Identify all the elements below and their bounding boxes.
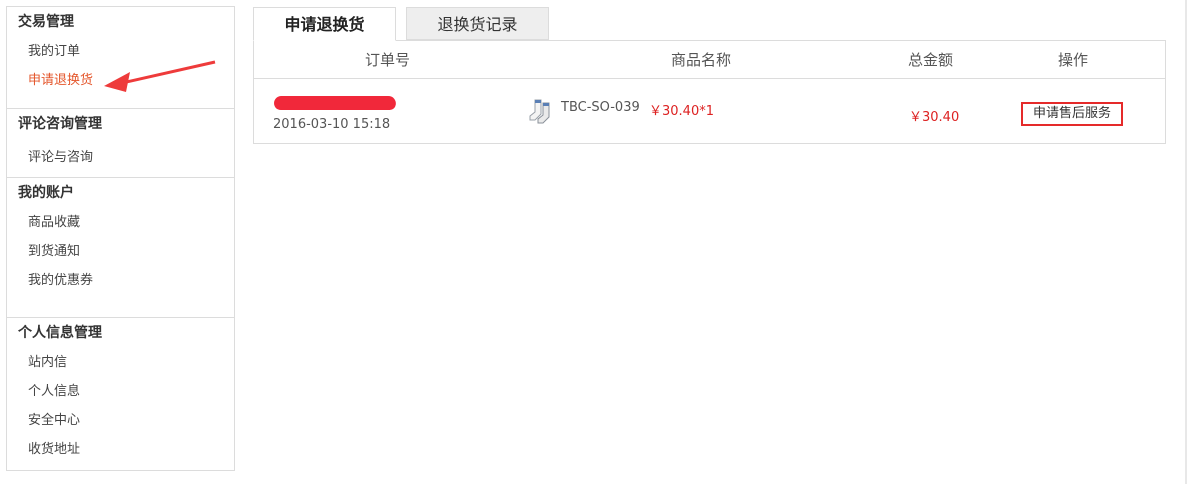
sock-right-band <box>543 103 549 106</box>
sidebar-group-title: 评论咨询管理 <box>18 116 102 132</box>
header-product-name: 商品名称 <box>671 51 732 69</box>
table-row: 2016-03-10 15:18 TBC-SO-039 ￥30.40*1 ￥30… <box>254 79 1165 144</box>
order-total: ￥30.40 <box>909 110 960 125</box>
header-total: 总金额 <box>908 51 954 69</box>
sidebar-group-title: 交易管理 <box>18 14 74 30</box>
table-header: 订单号 商品名称 总金额 操作 <box>254 41 1165 79</box>
sidebar-item-reviews[interactable]: 评论与咨询 <box>7 143 234 172</box>
annotation-arrow-head <box>104 72 130 92</box>
sidebar-item-security[interactable]: 安全中心 <box>7 406 234 435</box>
sidebar-item-messages[interactable]: 站内信 <box>7 348 234 377</box>
order-datetime: 2016-03-10 15:18 <box>273 117 391 132</box>
sock-left-band <box>535 100 541 103</box>
apply-after-sales-button[interactable]: 申请售后服务 <box>1021 102 1123 126</box>
sidebar-group-reviews: 评论咨询管理 评论与咨询 <box>7 109 234 178</box>
sidebar-item-address[interactable]: 收货地址 <box>7 435 234 464</box>
product-thumbnail-icon[interactable] <box>526 97 556 127</box>
header-order-no: 订单号 <box>365 51 411 69</box>
annotation-arrow-shaft <box>121 60 216 85</box>
sidebar-group-account: 我的账户 商品收藏 到货通知 我的优惠券 <box>7 178 234 318</box>
sidebar-group-title: 个人信息管理 <box>18 325 102 341</box>
redacted-order-number <box>273 96 397 110</box>
sidebar-item-personal-info[interactable]: 个人信息 <box>7 377 234 406</box>
product-code[interactable]: TBC-SO-039 <box>561 100 640 115</box>
annotation-arrow <box>104 60 216 92</box>
sidebar-item-favorites[interactable]: 商品收藏 <box>7 208 234 237</box>
product-price: ￥30.40*1 <box>649 104 714 119</box>
return-table: 订单号 商品名称 总金额 操作 2016-03-10 15:18 TBC-SO-… <box>253 40 1166 144</box>
sidebar-group-personal: 个人信息管理 站内信 个人信息 安全中心 收货地址 <box>7 318 234 472</box>
header-action: 操作 <box>1058 51 1089 69</box>
tab-return-records[interactable]: 退换货记录 <box>406 7 549 40</box>
tab-apply-return[interactable]: 申请退换货 <box>253 7 396 41</box>
sidebar-item-arrival-notice[interactable]: 到货通知 <box>7 237 234 266</box>
sidebar-group-title: 我的账户 <box>18 185 74 201</box>
sidebar-item-coupons[interactable]: 我的优惠券 <box>7 266 234 295</box>
